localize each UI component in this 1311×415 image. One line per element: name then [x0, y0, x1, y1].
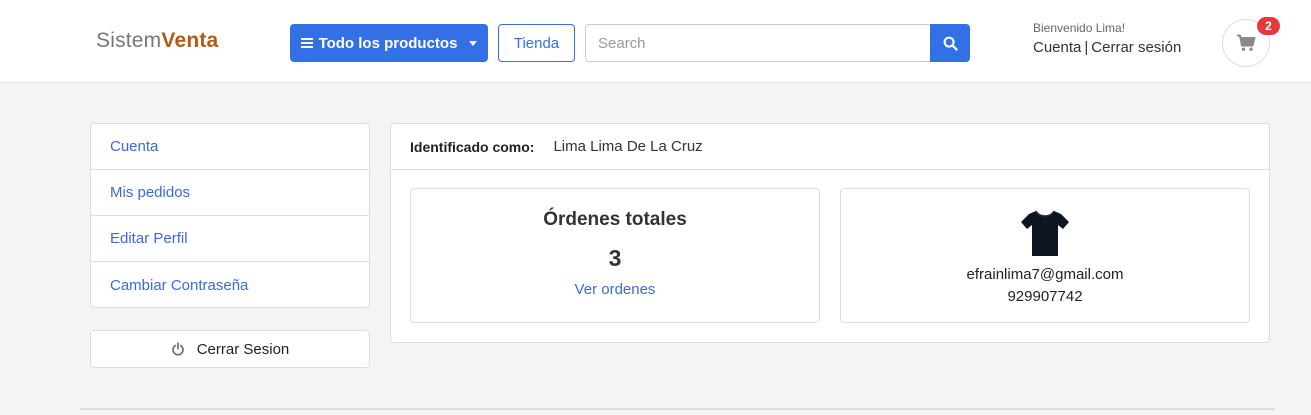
all-products-dropdown-button[interactable]: Todo los productos	[290, 24, 488, 62]
identified-name: Lima Lima De La Cruz	[553, 138, 703, 155]
search-input[interactable]	[585, 24, 930, 62]
all-products-label: Todo los productos	[318, 34, 458, 52]
footer-divider	[80, 408, 1275, 410]
logout-button[interactable]: Cerrar Sesion	[90, 330, 370, 368]
account-links: Cuenta | Cerrar sesión	[1033, 39, 1181, 56]
link-separator: |	[1084, 39, 1089, 56]
navbar: SistemVenta Todo los productos Tienda Bi…	[0, 4, 1311, 83]
orders-title: Órdenes totales	[543, 209, 687, 230]
sidebar-item-mis-pedidos[interactable]: Mis pedidos	[91, 170, 369, 216]
view-orders-link[interactable]: Ver ordenes	[411, 281, 819, 298]
cart-count-badge: 2	[1257, 17, 1280, 35]
store-button[interactable]: Tienda	[498, 24, 575, 62]
logo-text-sistem: Sistem	[96, 29, 162, 52]
identified-as-row: Identificado como: Lima Lima De La Cruz	[391, 124, 1269, 170]
welcome-message: Bienvenido Lima!	[1033, 21, 1126, 35]
tshirt-icon	[1021, 210, 1069, 256]
sidebar-item-cambiar-contrasena[interactable]: Cambiar Contraseña	[91, 262, 369, 307]
profile-card: Identificado como: Lima Lima De La Cruz …	[390, 123, 1270, 343]
user-info-box: efrainlima7@gmail.com 929907742	[840, 188, 1250, 323]
user-phone: 929907742	[1007, 288, 1083, 305]
logo-text-venta: Venta	[161, 29, 219, 52]
account-link[interactable]: Cuenta	[1033, 39, 1081, 56]
sidebar-item-editar-perfil[interactable]: Editar Perfil	[91, 216, 369, 262]
site-logo[interactable]: SistemVenta	[96, 29, 218, 53]
account-sidebar: Cuenta Mis pedidos Editar Perfil Cambiar…	[90, 123, 370, 308]
logout-button-label: Cerrar Sesion	[196, 340, 290, 358]
bars-icon	[300, 38, 313, 48]
shopping-cart-icon	[1237, 34, 1256, 51]
logout-link[interactable]: Cerrar sesión	[1091, 39, 1181, 56]
search-button[interactable]	[930, 24, 970, 62]
identified-label: Identificado como:	[410, 138, 535, 155]
search-icon	[943, 36, 958, 51]
orders-summary-box: Órdenes totales 3 Ver ordenes	[410, 188, 820, 323]
user-email: efrainlima7@gmail.com	[966, 266, 1124, 283]
orders-count: 3	[608, 245, 622, 271]
power-icon	[171, 342, 184, 356]
caret-down-icon	[469, 40, 478, 46]
sidebar-item-cuenta[interactable]: Cuenta	[91, 124, 369, 170]
